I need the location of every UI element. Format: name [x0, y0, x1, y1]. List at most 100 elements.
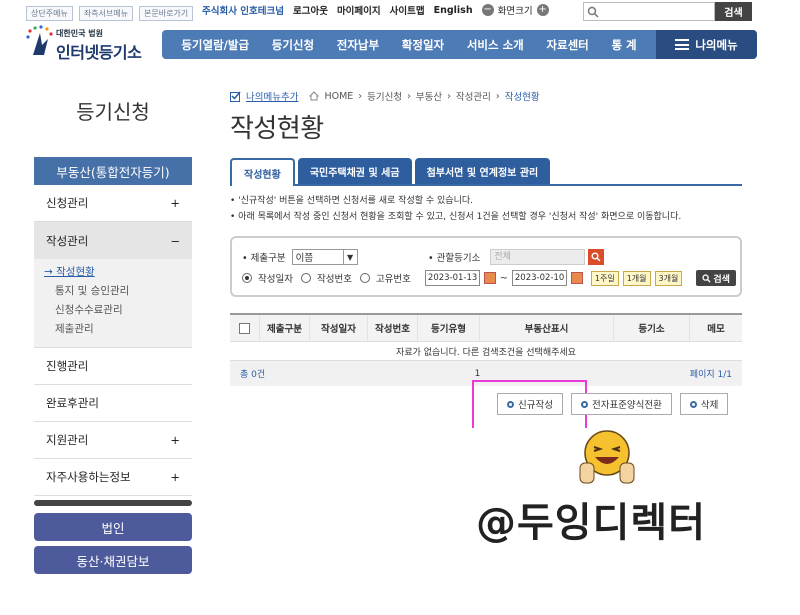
- tab-drafting-status[interactable]: 작성현황: [230, 158, 295, 186]
- movable-collateral-button[interactable]: 동산·채권담보: [34, 546, 192, 574]
- court-search-button[interactable]: [588, 249, 605, 265]
- skip-link-main-menu[interactable]: 상단주메뉴: [26, 6, 73, 21]
- sitemap-link[interactable]: 사이트맵: [390, 3, 425, 17]
- add-favorite-link[interactable]: 나의메뉴추가: [246, 89, 298, 103]
- expand-icon: +: [170, 433, 180, 447]
- search-button[interactable]: 검색: [715, 2, 752, 21]
- nav-item-service-intro[interactable]: 서비스 소개: [467, 37, 524, 53]
- sidebar-item-post-completion[interactable]: 완료후관리: [34, 385, 192, 422]
- my-menu-button[interactable]: 나의메뉴: [656, 30, 757, 59]
- column-header: 등기소: [614, 315, 690, 341]
- empty-row-message: 자료가 없습니다. 다른 검색조건을 선택해주세요: [230, 342, 742, 361]
- delete-button[interactable]: 삭제: [679, 393, 729, 415]
- date-to-input[interactable]: 2023-02-10: [511, 270, 567, 286]
- sidebar-section-head[interactable]: 부동산(통합전자등기): [34, 157, 192, 185]
- breadcrumb-item[interactable]: 등기신청: [367, 89, 402, 103]
- zoom-out-icon[interactable]: −: [481, 4, 494, 16]
- date-from-input[interactable]: 2023-01-13: [424, 270, 480, 286]
- nav-item-registry-apply[interactable]: 등기신청: [272, 37, 314, 53]
- tab-attachments[interactable]: 첨부서면 및 연계정보 관리: [414, 158, 551, 184]
- select-all-checkbox[interactable]: [239, 322, 250, 334]
- breadcrumb-item[interactable]: 작성관리: [456, 89, 491, 103]
- breadcrumb-separator: ›: [447, 90, 451, 102]
- english-link[interactable]: English: [434, 5, 473, 16]
- search-icon: [591, 252, 601, 262]
- nav-item-statistics[interactable]: 통 계: [611, 37, 636, 53]
- page-title: 작성현황: [230, 114, 324, 144]
- tab-bonds-tax[interactable]: 국민주택채권 및 세금: [297, 158, 412, 184]
- sidebar-item-progress[interactable]: 진행관리: [34, 348, 192, 385]
- court-label: • 관할등기소: [428, 253, 481, 264]
- sidebar-subitem-status[interactable]: → 작성현황: [44, 263, 182, 282]
- circle-icon: [689, 400, 697, 408]
- new-draft-button[interactable]: 신규작성: [497, 393, 563, 415]
- collapse-icon: −: [170, 233, 180, 248]
- calendar-icon[interactable]: [483, 272, 496, 284]
- calendar-icon[interactable]: [570, 272, 583, 284]
- logout-link[interactable]: 로그아웃: [293, 3, 328, 17]
- checkbox-add-icon: [230, 91, 241, 102]
- radio-unique-id[interactable]: [359, 273, 370, 283]
- column-header: 작성번호: [368, 315, 418, 341]
- circle-icon: [507, 400, 514, 408]
- my-menu-label: 나의메뉴: [695, 37, 738, 52]
- radio-date[interactable]: [242, 273, 252, 283]
- breadcrumb: 나의메뉴추가 HOME › 등기신청 › 부동산 › 작성관리 › 작성현황: [230, 89, 540, 103]
- chevron-down-icon: ▼: [342, 250, 357, 264]
- sidebar-subitem-fee[interactable]: 신청수수료관리: [44, 301, 182, 320]
- radio-number[interactable]: [300, 273, 311, 283]
- pagination-page[interactable]: 1: [475, 369, 481, 379]
- sidebar-subitem-notification[interactable]: 통지 및 승인관리: [44, 282, 182, 301]
- sidebar-item-label: 완료후관리: [46, 396, 99, 410]
- zoom-in-icon[interactable]: +: [536, 4, 549, 16]
- nav-item-registry-view[interactable]: 등기열람/발급: [181, 37, 249, 53]
- submission-type-select[interactable]: 이쯤 ▼: [291, 249, 358, 265]
- filter-row-court: • 관할등기소 전체: [428, 249, 605, 265]
- delete-label: 삭제: [700, 400, 719, 411]
- filter-search-button[interactable]: 검색: [696, 270, 736, 286]
- nav-item-fixed-date[interactable]: 확정일자: [402, 37, 444, 53]
- sidebar-item-application[interactable]: 신청관리 +: [34, 185, 192, 222]
- quick-1week-button[interactable]: 1주일: [590, 270, 619, 286]
- page-info: 페이지 1/1: [689, 370, 732, 380]
- table-header: 제출구분 작성일자 작성번호 등기유형 부동산표시 등기소 메모: [230, 315, 742, 342]
- breadcrumb-home[interactable]: HOME: [324, 91, 353, 102]
- court-input[interactable]: 전체: [490, 249, 586, 265]
- nav-item-resource-center[interactable]: 자료센터: [546, 37, 588, 53]
- submission-type-value: 이쯤: [295, 253, 314, 264]
- search-input[interactable]: [583, 2, 715, 21]
- sidebar-item-support[interactable]: 지원관리 +: [34, 422, 192, 459]
- quick-1month-button[interactable]: 1개월: [622, 270, 651, 286]
- convert-standard-form-button[interactable]: 전자표준양식전환: [570, 393, 672, 415]
- mypage-link[interactable]: 마이페이지: [337, 3, 381, 17]
- home-icon: [309, 91, 320, 101]
- expand-icon: +: [170, 470, 180, 484]
- column-header: 메모: [707, 324, 725, 335]
- guide-notes: • '신규작성' 버튼을 선택하면 신청서를 새로 작성할 수 있습니다. • …: [230, 193, 681, 225]
- sidebar-item-drafting[interactable]: 작성관리 −: [34, 222, 192, 259]
- search-icon: [587, 6, 599, 18]
- quick-3month-button[interactable]: 3개월: [654, 270, 683, 286]
- tab-bar: 작성현황 국민주택채권 및 세금 첨부서면 및 연계정보 관리: [230, 158, 742, 186]
- draft-table: 제출구분 작성일자 작성번호 등기유형 부동산표시 등기소 메모 자료가 없습니…: [230, 313, 742, 361]
- skip-link-content[interactable]: 본문바로가기: [138, 6, 194, 21]
- sidebar-item-frequent-info[interactable]: 자주사용하는정보 +: [34, 459, 192, 496]
- court-logo[interactable]: 대한민국 법원 인터넷등기소: [24, 25, 164, 62]
- watermark-signature: @두잉디렉터: [476, 500, 706, 546]
- sidebar-item-label: 자주사용하는정보: [46, 470, 131, 484]
- hamburger-icon: [675, 39, 690, 50]
- skip-link-sub-menu[interactable]: 좌측서브메뉴: [78, 6, 133, 21]
- nav-item-e-payment[interactable]: 전자납부: [337, 37, 379, 53]
- breadcrumb-item[interactable]: 부동산: [416, 89, 442, 103]
- convert-standard-form-label: 전자표준양식전환: [591, 400, 662, 411]
- company-name: 주식회사 인호테크넘: [202, 6, 284, 17]
- search-filter-panel: • 제출구분 이쯤 ▼ • 관할등기소 전체 작성일자 작성번호 고유번호 20…: [230, 236, 742, 297]
- zoom-control: − 화면크기 +: [481, 3, 549, 17]
- select-all-cell: [230, 315, 260, 341]
- column-header: 작성일자: [310, 315, 368, 341]
- sidebar-subitem-submission[interactable]: 제출관리: [44, 320, 182, 339]
- filter-row-type: • 제출구분 이쯤 ▼: [242, 249, 358, 265]
- sidebar-item-label: 지원관리: [46, 433, 89, 447]
- guide-note: • '신규작성' 버튼을 선택하면 신청서를 새로 작성할 수 있습니다.: [230, 196, 474, 206]
- corporation-button[interactable]: 법인: [34, 513, 192, 541]
